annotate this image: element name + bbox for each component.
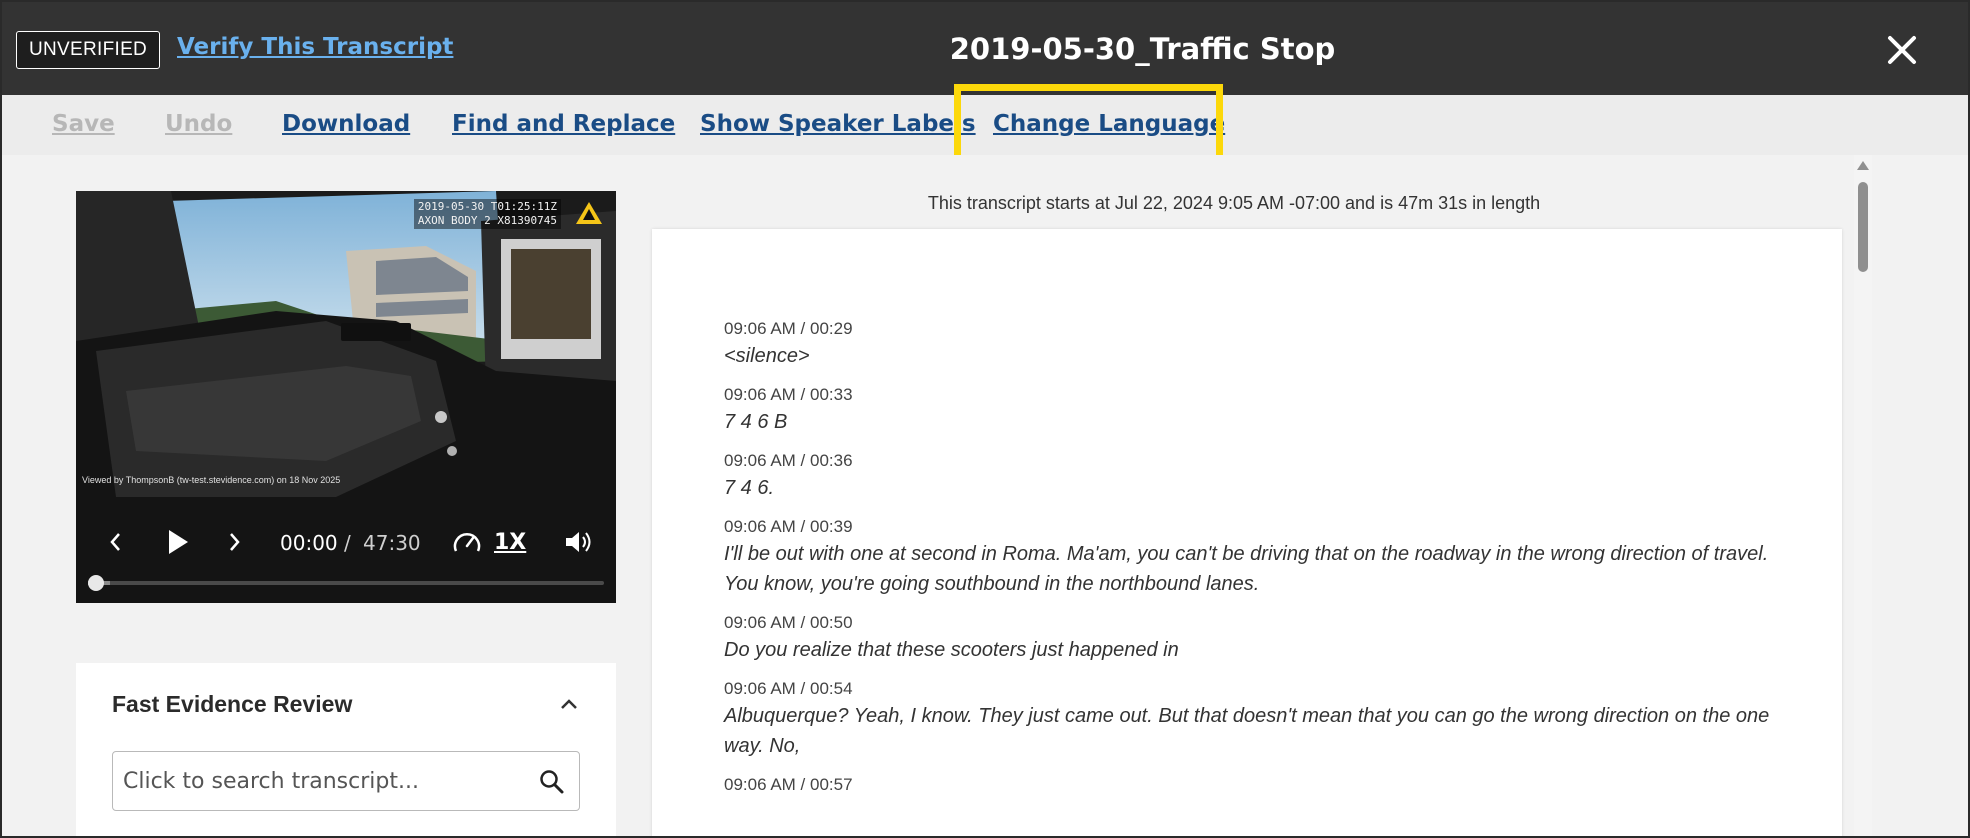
segment-timestamp[interactable]: 09:06 AM / 00:33: [724, 383, 1784, 407]
segment-text[interactable]: I'll be out with one at second in Roma. …: [724, 539, 1784, 599]
volume-icon: [566, 532, 591, 552]
transcript-editor-window: UNVERIFIED Verify This Transcript 2019-0…: [0, 0, 1970, 838]
transcript-segment[interactable]: 09:06 AM / 00:29 <silence>: [724, 317, 1784, 371]
scroll-up-arrow[interactable]: [1857, 161, 1869, 170]
change-language-button[interactable]: Change Language: [993, 111, 1225, 137]
video-still-image: [76, 191, 616, 497]
video-controls: 00:00 / 47:30 1X: [76, 497, 616, 603]
segment-timestamp[interactable]: 09:06 AM / 00:36: [724, 449, 1784, 473]
chevron-left-icon: [110, 533, 120, 551]
playback-speed-button[interactable]: [452, 529, 482, 561]
video-frame[interactable]: 2019-05-30 T01:25:11Z AXON BODY 2 X81390…: [76, 191, 616, 497]
axon-logo-icon: [576, 202, 602, 224]
seek-handle[interactable]: [88, 575, 104, 591]
transcript-search-input[interactable]: [123, 764, 523, 798]
close-button[interactable]: [1882, 30, 1922, 70]
speedometer-icon: [453, 533, 481, 552]
current-time: 00:00: [280, 531, 338, 555]
header-bar: UNVERIFIED Verify This Transcript 2019-0…: [2, 2, 1968, 95]
show-speaker-labels-button[interactable]: Show Speaker Labels: [700, 111, 976, 137]
volume-button[interactable]: [564, 528, 594, 560]
segment-text[interactable]: 7 4 6 B: [724, 407, 1784, 437]
chevron-right-icon: [230, 533, 240, 551]
transcript-scrollbar[interactable]: [1854, 155, 1872, 836]
main-content: 2019-05-30 T01:25:11Z AXON BODY 2 X81390…: [2, 155, 1968, 836]
segment-text[interactable]: <silence>: [724, 341, 1784, 371]
overlay-line-2: AXON BODY 2 X81390745: [417, 214, 557, 227]
previous-button[interactable]: [108, 531, 122, 557]
transcript-segment[interactable]: 09:06 AM / 00:36 7 4 6.: [724, 449, 1784, 503]
play-icon: [169, 530, 188, 554]
playback-speed-label[interactable]: 1X: [494, 530, 526, 555]
segment-timestamp[interactable]: 09:06 AM / 00:54: [724, 677, 1784, 701]
segment-timestamp[interactable]: 09:06 AM / 00:39: [724, 515, 1784, 539]
transcript-segment[interactable]: 09:06 AM / 00:54 Albuquerque? Yeah, I kno…: [724, 677, 1784, 761]
viewer-watermark: Viewed by ThompsonB (tw-test.stevidence.…: [82, 475, 341, 485]
next-button[interactable]: [228, 531, 242, 557]
transcript-segment[interactable]: 09:06 AM / 00:57: [724, 773, 1784, 797]
transcript-segment[interactable]: 09:06 AM / 00:39 I'll be out with one at …: [724, 515, 1784, 599]
segment-timestamp[interactable]: 09:06 AM / 00:29: [724, 317, 1784, 341]
overlay-line-1: 2019-05-30 T01:25:11Z: [417, 200, 557, 213]
transcript-segment[interactable]: 09:06 AM / 00:33 7 4 6 B: [724, 383, 1784, 437]
search-icon[interactable]: [539, 769, 565, 795]
fast-evidence-review-panel: Fast Evidence Review: [76, 663, 616, 836]
time-separator: /: [344, 531, 351, 555]
toolbar: Save Undo Download Find and Replace Show…: [2, 95, 1968, 155]
collapse-button[interactable]: [560, 695, 578, 714]
video-timestamp-overlay: 2019-05-30 T01:25:11Z AXON BODY 2 X81390…: [413, 199, 561, 229]
transcript-summary: This transcript starts at Jul 22, 2024 9…: [927, 193, 1541, 213]
transcript-document[interactable]: 09:06 AM / 00:29 <silence> 09:06 AM / 00:3…: [652, 229, 1842, 836]
transcript-search-box[interactable]: [112, 751, 580, 811]
segment-text[interactable]: Albuquerque? Yeah, I know. They just cam…: [724, 701, 1784, 761]
undo-button[interactable]: Undo: [165, 111, 232, 137]
transcript-segment-list: 09:06 AM / 00:29 <silence> 09:06 AM / 00:3…: [724, 317, 1784, 809]
video-player[interactable]: 2019-05-30 T01:25:11Z AXON BODY 2 X81390…: [76, 191, 616, 603]
play-button[interactable]: [166, 528, 190, 560]
close-icon: [1888, 36, 1916, 64]
page-title: 2019-05-30_Traffic Stop: [949, 32, 1336, 66]
transcript-segment[interactable]: 09:06 AM / 00:50 Do you realize that thes…: [724, 611, 1784, 665]
scroll-thumb[interactable]: [1858, 182, 1868, 272]
total-time: 47:30: [363, 531, 421, 555]
download-button[interactable]: Download: [282, 111, 410, 137]
segment-text[interactable]: Do you realize that these scooters just …: [724, 635, 1784, 665]
segment-timestamp[interactable]: 09:06 AM / 00:57: [724, 773, 1784, 797]
seek-bar[interactable]: [88, 575, 604, 591]
segment-timestamp[interactable]: 09:06 AM / 00:50: [724, 611, 1784, 635]
chevron-up-icon: [561, 699, 577, 709]
review-panel-title: Fast Evidence Review: [112, 691, 353, 717]
find-replace-button[interactable]: Find and Replace: [452, 111, 675, 137]
save-button[interactable]: Save: [52, 111, 115, 137]
segment-text[interactable]: 7 4 6.: [724, 473, 1784, 503]
